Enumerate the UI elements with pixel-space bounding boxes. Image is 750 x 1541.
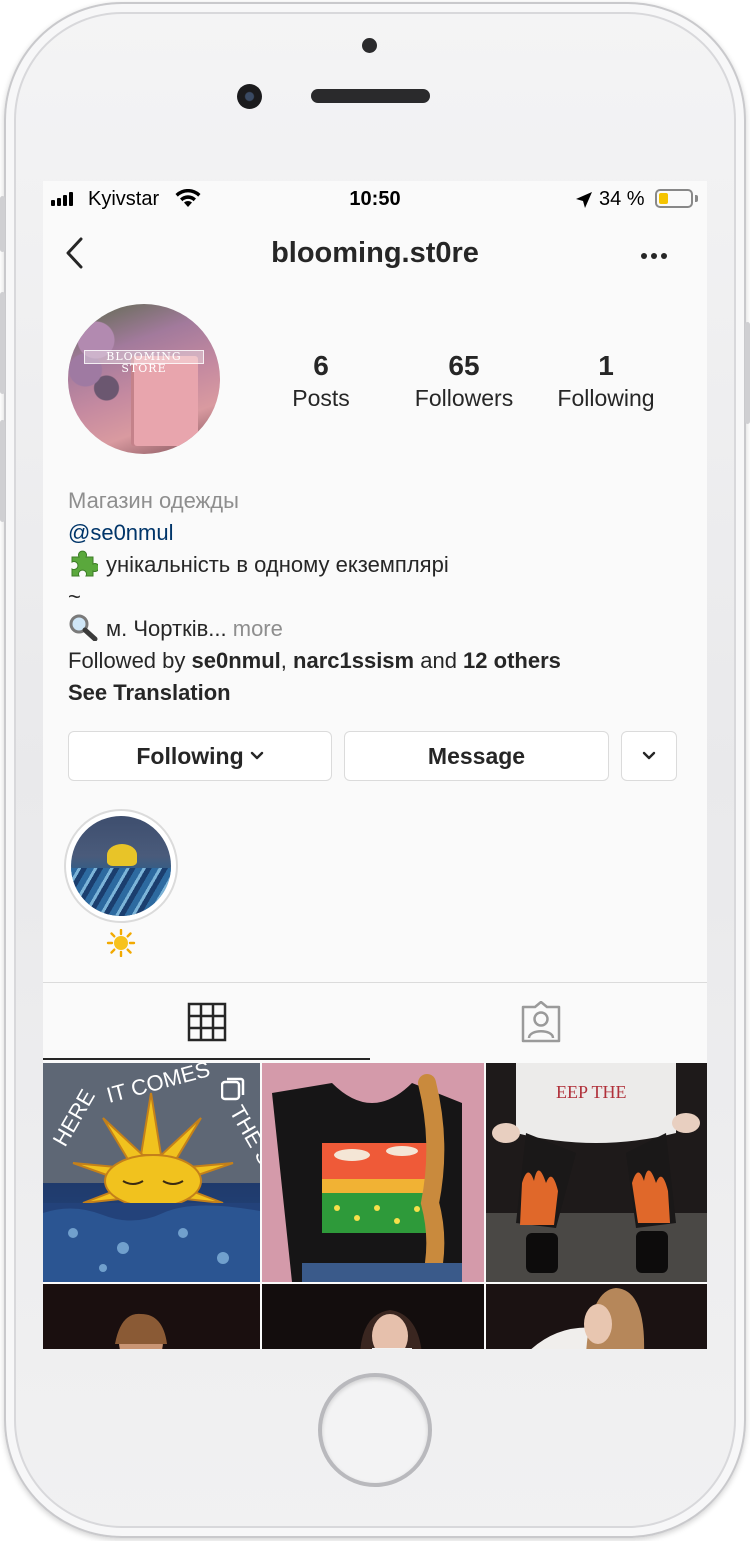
post-thumbnail[interactable] <box>43 1284 260 1349</box>
suggested-accounts-button[interactable] <box>621 731 677 781</box>
followed-by[interactable]: Followed by se0nmul, narc1ssism and 12 o… <box>68 645 688 677</box>
phone-volume-up <box>0 292 5 394</box>
following-button-label: Following <box>136 742 244 769</box>
stat-following-value: 1 <box>598 350 614 381</box>
see-translation-link[interactable]: See Translation <box>68 677 688 709</box>
post-thumbnail[interactable]: EEP THE <box>486 1063 707 1282</box>
stat-followers[interactable]: 65 Followers <box>399 351 529 413</box>
bio-category: Магазин одежды <box>68 488 239 513</box>
post-thumbnail[interactable]: HERE IT COMES THE SUN <box>43 1063 260 1282</box>
followed-and: and <box>414 648 464 673</box>
message-button[interactable]: Message <box>344 731 609 781</box>
stat-followers-value: 65 <box>448 350 480 381</box>
following-button[interactable]: Following <box>68 731 332 781</box>
bio-line-1: унікальність в одному екземплярі <box>68 549 688 581</box>
stat-following-label: Following <box>557 385 655 411</box>
post-thumbnail[interactable] <box>486 1284 707 1349</box>
tab-grid[interactable] <box>43 983 370 1061</box>
post-image-painted-tshirt <box>262 1063 484 1282</box>
grid-icon <box>187 1002 226 1042</box>
followed-user-1: se0nmul <box>191 648 281 673</box>
phone-volume-down <box>0 420 5 522</box>
screen: Kyivstar 10:50 34 % blooming.st0re BLOOM… <box>43 181 707 1349</box>
followed-user-2: narc1ssism <box>293 648 415 673</box>
battery-icon <box>655 189 693 208</box>
bio-line-3: м. Чортків... more <box>68 613 688 645</box>
stat-posts-value: 6 <box>313 350 329 381</box>
location-arrow-icon <box>576 192 592 208</box>
stat-posts-label: Posts <box>292 385 350 411</box>
post-image-portrait <box>360 1310 422 1349</box>
battery-cap <box>695 195 698 202</box>
front-camera <box>237 84 262 109</box>
stat-posts[interactable]: 6 Posts <box>265 351 377 413</box>
highlight-cover-water <box>71 868 171 916</box>
page-title: blooming.st0re <box>271 237 479 269</box>
chevron-down-icon <box>250 751 263 760</box>
message-button-label: Message <box>427 742 526 769</box>
tab-tagged[interactable] <box>375 983 707 1061</box>
followed-by-prefix: Followed by <box>68 648 192 673</box>
avatar[interactable]: BLOOMING STORE <box>68 304 220 454</box>
phone-power-button <box>745 322 750 424</box>
bio-more-link[interactable]: more <box>227 616 283 641</box>
stat-followers-label: Followers <box>414 385 514 411</box>
tab-active-indicator <box>43 1058 370 1060</box>
ellipsis-icon[interactable] <box>641 253 671 261</box>
followed-others: 12 others <box>463 648 561 673</box>
post-thumbnail[interactable] <box>262 1284 484 1349</box>
multiple-photos-icon <box>221 1077 245 1101</box>
puzzle-piece-icon <box>71 550 98 577</box>
bio-mention-link[interactable]: @se0nmul <box>68 517 688 549</box>
bio: Магазин одежды @se0nmul унікальність в о… <box>68 485 688 709</box>
stat-following[interactable]: 1 Following <box>543 351 669 413</box>
proximity-sensor <box>362 38 377 53</box>
post-thumbnail[interactable] <box>262 1063 484 1282</box>
post-image-portrait <box>115 1313 167 1349</box>
highlight-cover[interactable] <box>71 816 171 916</box>
earpiece-speaker <box>311 89 430 103</box>
bio-line-2: ~ <box>68 584 81 609</box>
magnifying-glass-icon <box>69 614 98 641</box>
svg-text:EEP THE: EEP THE <box>556 1082 627 1102</box>
battery-percent: 34 % <box>599 188 645 210</box>
see-translation-label: See Translation <box>68 680 231 705</box>
bio-line-1-text: унікальність в одному екземплярі <box>106 552 449 577</box>
home-button[interactable] <box>318 1373 432 1487</box>
sun-emoji-icon <box>106 929 136 957</box>
post-image-portrait <box>531 1288 645 1349</box>
chevron-down-icon <box>642 751 656 760</box>
tagged-person-icon <box>521 1001 561 1043</box>
status-bar: Kyivstar 10:50 34 % <box>43 181 707 219</box>
avatar-banner: BLOOMING STORE <box>84 350 204 375</box>
followed-sep: , <box>280 648 294 673</box>
bio-line-3-text: м. Чортків... <box>106 616 227 641</box>
post-image-flame-jeans: EEP THE <box>486 1063 707 1282</box>
phone-mute-switch <box>0 196 5 252</box>
highlight-cover-sun <box>107 844 137 866</box>
